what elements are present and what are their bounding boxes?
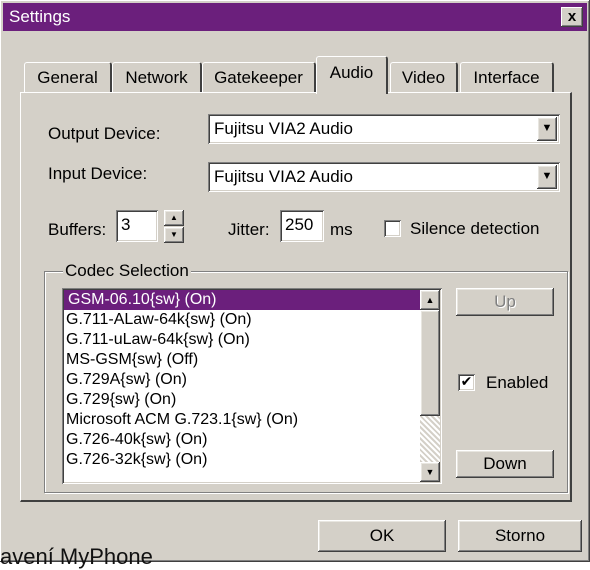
tab-label: Video: [401, 68, 446, 87]
check-icon: ✔: [460, 373, 473, 389]
storno-button[interactable]: Storno: [458, 520, 582, 552]
jitter-label: Jitter:: [228, 220, 270, 239]
spin-up-icon[interactable]: ▲: [164, 210, 184, 226]
tab-label: Audio: [329, 63, 374, 82]
buffers-label: Buffers:: [48, 220, 107, 239]
list-item[interactable]: G.729A{sw} (On): [62, 370, 442, 390]
buffers-input[interactable]: 3: [116, 210, 158, 242]
spin-down-icon[interactable]: ▼: [164, 227, 184, 243]
scroll-up-icon[interactable]: ▲: [420, 290, 440, 310]
tab-label: Network: [125, 68, 188, 87]
input-device-value: Fujitsu VIA2 Audio: [214, 167, 353, 186]
tab-label: Interface: [473, 68, 540, 87]
settings-dialog: Settings x General Network Gatekeeper Au…: [0, 0, 590, 562]
list-item[interactable]: G.726-40k{sw} (On): [62, 430, 442, 450]
list-item[interactable]: Microsoft ACM G.723.1{sw} (On): [62, 410, 442, 430]
list-item[interactable]: MS-GSM{sw} (Off): [62, 350, 442, 370]
list-item[interactable]: G.711-uLaw-64k{sw} (On): [62, 330, 442, 350]
jitter-input[interactable]: 250: [280, 210, 324, 242]
output-device-select[interactable]: Fujitsu VIA2 Audio ▼: [208, 114, 560, 144]
list-item[interactable]: GSM-06.10{sw} (On): [64, 290, 440, 310]
jitter-unit: ms: [330, 220, 353, 239]
silence-detection-checkbox[interactable]: [384, 220, 401, 237]
output-device-value: Fujitsu VIA2 Audio: [214, 119, 353, 138]
input-device-select[interactable]: Fujitsu VIA2 Audio ▼: [208, 162, 560, 192]
input-device-label: Input Device:: [48, 164, 148, 183]
scroll-down-icon[interactable]: ▼: [420, 462, 440, 482]
tab-label: Gatekeeper: [214, 68, 303, 87]
codec-list[interactable]: GSM-06.10{sw} (On) G.711-ALaw-64k{sw} (On…: [62, 288, 442, 484]
down-button[interactable]: Down: [456, 450, 554, 478]
codec-list-scrollbar[interactable]: ▲ ▼: [420, 290, 440, 482]
tab-general[interactable]: General: [24, 62, 112, 92]
enabled-label: Enabled: [486, 373, 549, 392]
tab-network[interactable]: Network: [112, 62, 202, 92]
tab-interface[interactable]: Interface: [460, 62, 554, 92]
output-device-label: Output Device:: [48, 124, 161, 143]
title-bar[interactable]: Settings x: [3, 3, 587, 31]
list-item[interactable]: G.729{sw} (On): [62, 390, 442, 410]
dropdown-arrow-icon[interactable]: ▼: [537, 165, 557, 189]
tab-video[interactable]: Video: [390, 62, 458, 92]
codec-selection-title: Codec Selection: [63, 261, 191, 281]
up-button[interactable]: Up: [456, 288, 554, 316]
figure-caption: avení MyPhone: [0, 544, 153, 569]
tab-gatekeeper[interactable]: Gatekeeper: [202, 62, 316, 92]
tab-label: General: [37, 68, 98, 87]
dropdown-arrow-icon[interactable]: ▼: [537, 117, 557, 141]
codec-list-items: GSM-06.10{sw} (On) G.711-ALaw-64k{sw} (On…: [62, 288, 442, 470]
list-item[interactable]: G.711-ALaw-64k{sw} (On): [62, 310, 442, 330]
close-icon[interactable]: x: [561, 7, 583, 27]
enabled-checkbox[interactable]: ✔: [458, 374, 475, 391]
window-title: Settings: [9, 7, 71, 26]
list-item[interactable]: G.726-32k{sw} (On): [62, 450, 442, 470]
scroll-thumb[interactable]: [420, 310, 440, 416]
tab-audio[interactable]: Audio: [316, 56, 388, 94]
ok-button[interactable]: OK: [318, 520, 446, 552]
silence-detection-label: Silence detection: [410, 219, 540, 238]
